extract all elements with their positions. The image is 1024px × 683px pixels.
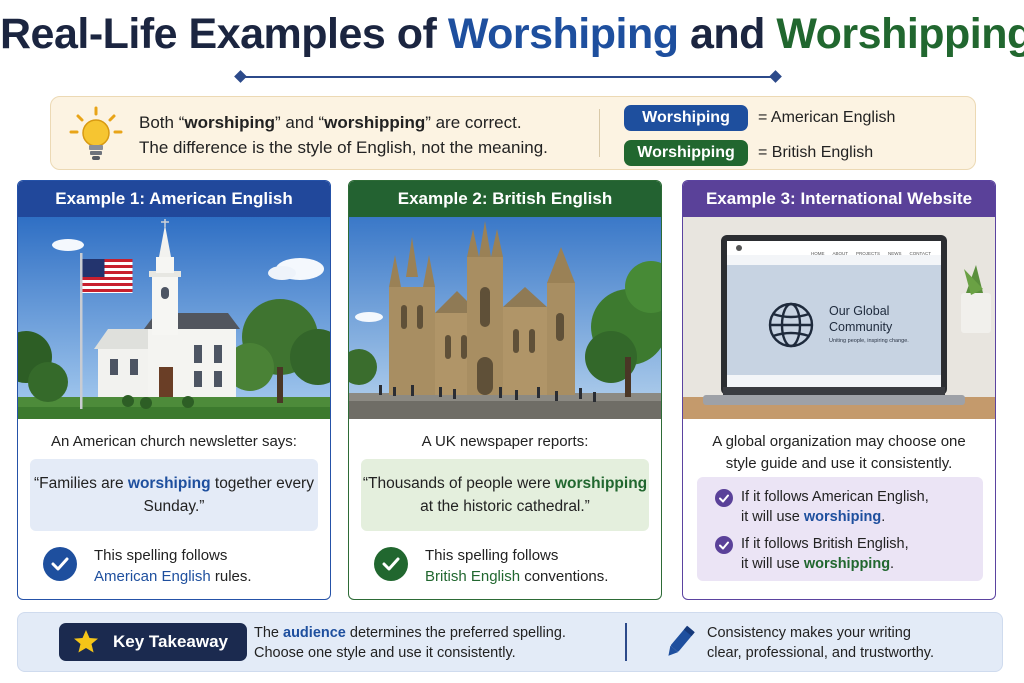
pill-worshiping-meaning: = American English	[758, 109, 896, 126]
star-icon	[74, 630, 98, 653]
intro-panel: Both “worshiping” and “worshipping” are …	[50, 96, 976, 170]
globe-icon	[768, 302, 814, 348]
quote-word: worshiping	[127, 475, 211, 492]
pill-worshipping: Worshipping	[624, 140, 748, 166]
cathedral-photo	[349, 217, 661, 419]
site-title: Our Global Community	[829, 304, 893, 334]
card-header: Example 3: International Website	[683, 181, 995, 217]
title-prefix: Real-Life Examples of	[0, 10, 448, 58]
site-nav: HOME ABOUT PROJECTS NEWS CONTACT	[811, 251, 931, 256]
intro-separator	[599, 109, 600, 157]
site-tagline: Uniting people, inspiring change.	[829, 338, 909, 344]
card-header: Example 2: British English	[349, 181, 661, 217]
pencil-icon	[668, 625, 695, 656]
church-photo	[18, 217, 330, 419]
example-card-international: Example 3: International Website HOME AB…	[682, 180, 996, 600]
example-card-american: Example 1: American English An American …	[17, 180, 331, 600]
style-option-american: If it follows American English, it will …	[715, 487, 929, 527]
pill-worshipping-meaning: = British English	[758, 144, 874, 161]
takeaway-audience-text: The audience determines the preferred sp…	[254, 625, 566, 661]
takeaway-consistency-text: Consistency makes your writing clear, pr…	[707, 625, 935, 661]
rule-emphasis: British English	[425, 568, 521, 585]
intro-text: Both “worshiping” and “worshipping” are …	[139, 110, 548, 160]
example-quote: “Families are worshiping together every …	[30, 459, 318, 531]
checkmark-icon	[43, 547, 77, 581]
laptop-photo: HOME ABOUT PROJECTS NEWS CONTACT Our Glo…	[683, 217, 995, 419]
lightbulb-icon	[69, 106, 123, 160]
title-mid: and	[678, 10, 777, 58]
option-word: worshipping	[803, 556, 891, 572]
card-lead: A UK newspaper reports:	[421, 433, 589, 450]
key-takeaway-badge: Key Takeaway	[59, 623, 247, 661]
intro-line-1: Both “worshiping” and “worshipping” are …	[139, 113, 522, 132]
title-divider	[240, 76, 776, 78]
intro-line-2: The difference is the style of English, …	[139, 138, 548, 157]
divider-left-diamond	[234, 70, 247, 83]
takeaway-separator	[625, 623, 627, 661]
title-word-uk: Worshipping	[776, 10, 1024, 58]
example-card-british: Example 2: British English A UK newspape…	[348, 180, 662, 600]
quote-word: worshipping	[555, 475, 648, 492]
checkmark-icon	[374, 547, 408, 581]
card-lead: A global organization may choose one sty…	[712, 433, 966, 472]
site-nav-news[interactable]: NEWS	[888, 251, 902, 256]
card-lead: An American church newsletter says:	[51, 433, 297, 450]
pill-worshiping: Worshiping	[624, 105, 748, 131]
key-takeaway-label: Key Takeaway	[113, 632, 228, 651]
title-word-us: Worshiping	[447, 10, 679, 58]
intro-word-1: worshiping	[184, 113, 276, 132]
card-header: Example 1: American English	[18, 181, 330, 217]
divider-right-diamond	[769, 70, 782, 83]
site-nav-home[interactable]: HOME	[811, 251, 825, 256]
style-option-british: If it follows British English, it will u…	[715, 534, 909, 574]
site-nav-about[interactable]: ABOUT	[833, 251, 849, 256]
intro-word-2: worshipping	[324, 113, 426, 132]
site-nav-projects[interactable]: PROJECTS	[856, 251, 880, 256]
example-quote: “Thousands of people were worshipping at…	[361, 459, 649, 531]
checkmark-icon	[715, 536, 733, 554]
spelling-rule: This spelling follows American English r…	[94, 547, 252, 585]
key-takeaway-bar: Key Takeaway The audience determines the…	[17, 612, 1003, 672]
checkmark-icon	[715, 489, 733, 507]
audience-emphasis: audience	[283, 625, 346, 641]
style-guide-box: If it follows American English, it will …	[697, 477, 983, 581]
site-nav-contact[interactable]: CONTACT	[910, 251, 931, 256]
option-word: worshiping	[803, 509, 882, 525]
rule-emphasis: American English	[94, 568, 211, 585]
spelling-rule: This spelling follows British English co…	[425, 547, 609, 585]
page-title: Real-Life Examples of Worshiping and Wor…	[0, 10, 1024, 59]
